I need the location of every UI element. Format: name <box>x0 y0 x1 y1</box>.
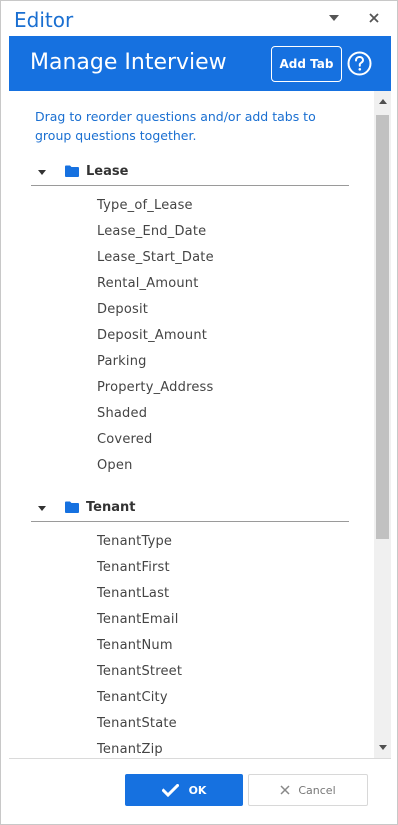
cancel-button[interactable]: Cancel <box>248 774 368 806</box>
window-menu-button[interactable] <box>323 7 345 29</box>
close-icon <box>369 13 379 23</box>
x-icon <box>280 785 290 795</box>
question-item[interactable]: Covered <box>97 432 152 452</box>
scroll-up-icon <box>378 99 387 104</box>
chevron-down-icon <box>329 15 339 21</box>
help-button[interactable] <box>347 51 372 76</box>
vertical-scrollbar[interactable] <box>374 91 391 758</box>
question-item[interactable]: Type_of_Lease <box>97 198 193 218</box>
scroll-up-button[interactable] <box>374 93 391 110</box>
question-item[interactable]: TenantStreet <box>97 664 182 684</box>
ok-label: OK <box>188 783 207 797</box>
question-item[interactable]: TenantNum <box>97 638 173 658</box>
question-item[interactable]: Lease_End_Date <box>97 224 206 244</box>
page-title: Manage Interview <box>30 50 227 75</box>
question-item[interactable]: Deposit_Amount <box>97 328 207 348</box>
question-item[interactable]: Parking <box>97 354 147 374</box>
manage-interview-header: Manage Interview Add Tab <box>9 36 391 91</box>
scroll-thumb[interactable] <box>376 115 389 539</box>
title-bar: Editor <box>1 1 397 37</box>
question-item[interactable]: Shaded <box>97 406 147 426</box>
question-item[interactable]: Rental_Amount <box>97 276 199 296</box>
question-list-area: Drag to reorder questions and/or add tab… <box>9 91 391 758</box>
window-title: Editor <box>14 8 74 32</box>
caret-down-icon[interactable] <box>37 168 47 178</box>
question-item[interactable]: TenantEmail <box>97 612 179 632</box>
question-item[interactable]: TenantState <box>97 716 177 736</box>
scroll-down-icon <box>378 745 387 750</box>
folder-icon <box>65 501 79 513</box>
group-header-tenant[interactable]: Tenant <box>31 498 349 522</box>
add-tab-button[interactable]: Add Tab <box>271 46 342 82</box>
close-button[interactable] <box>363 7 385 29</box>
question-item[interactable]: TenantCity <box>97 690 168 710</box>
folder-icon <box>65 165 79 177</box>
question-item[interactable]: TenantLast <box>97 586 169 606</box>
help-circle-icon <box>347 51 372 76</box>
question-item[interactable]: Open <box>97 458 133 478</box>
question-item[interactable]: Deposit <box>97 302 148 322</box>
question-item[interactable]: Property_Address <box>97 380 213 400</box>
ok-button[interactable]: OK <box>125 774 243 806</box>
dialog-footer: OK Cancel <box>9 758 391 824</box>
group-name: Tenant <box>86 500 136 515</box>
question-item[interactable]: TenantType <box>97 534 172 554</box>
scroll-down-button[interactable] <box>374 739 391 756</box>
question-item[interactable]: TenantFirst <box>97 560 170 580</box>
question-item[interactable]: Lease_Start_Date <box>97 250 214 270</box>
cancel-label: Cancel <box>298 783 336 797</box>
instructions-text: Drag to reorder questions and/or add tab… <box>35 109 316 143</box>
caret-down-icon[interactable] <box>37 504 47 514</box>
editor-window: Editor Manage Interview Add Tab Drag to … <box>0 0 398 825</box>
group-name: Lease <box>86 164 129 179</box>
check-icon <box>161 783 179 797</box>
question-item[interactable]: TenantZip <box>97 742 163 758</box>
group-header-lease[interactable]: Lease <box>31 162 349 186</box>
